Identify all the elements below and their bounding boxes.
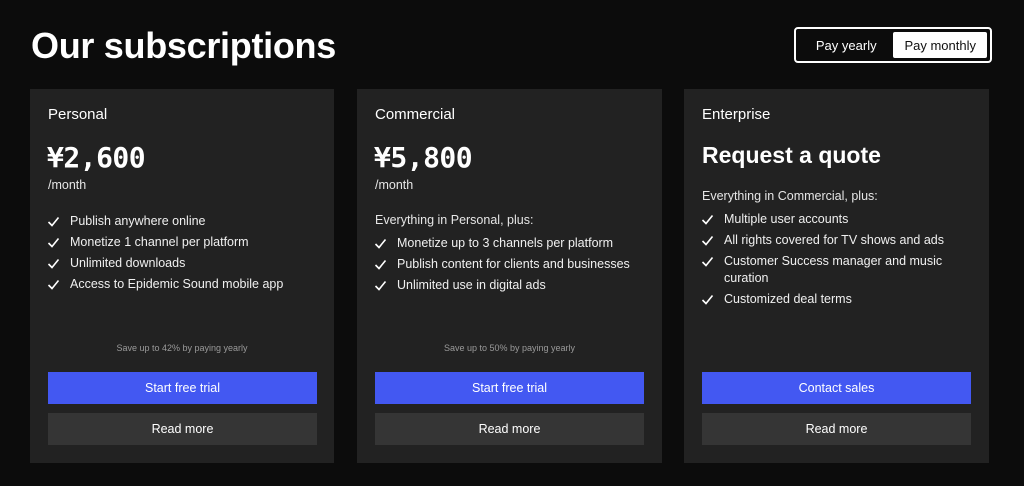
read-more-button[interactable]: Read more — [702, 413, 971, 445]
feature-text: Customized deal terms — [724, 292, 852, 306]
check-icon — [47, 237, 60, 248]
feature-item: Monetize up to 3 channels per platform — [374, 235, 649, 252]
feature-item: Unlimited use in digital ads — [374, 277, 649, 294]
feature-list: Multiple user accounts All rights covere… — [701, 211, 976, 312]
feature-item: Customer Success manager and music curat… — [701, 253, 976, 287]
plan-name: Personal — [48, 106, 108, 123]
save-note: Save up to 42% by paying yearly — [116, 343, 248, 353]
price-period: /month — [375, 178, 414, 192]
billing-period-toggle[interactable]: Pay yearly Pay monthly — [794, 27, 992, 63]
feature-item: All rights covered for TV shows and ads — [701, 232, 976, 249]
plan-card-commercial: Commercial ¥5,800 /month Everything in P… — [357, 89, 662, 463]
feature-text: Access to Epidemic Sound mobile app — [70, 277, 284, 291]
check-icon — [374, 259, 387, 270]
feature-item: Access to Epidemic Sound mobile app — [47, 276, 322, 293]
check-icon — [47, 258, 60, 269]
check-icon — [701, 214, 714, 225]
plan-name: Commercial — [375, 106, 456, 123]
plan-intro: Everything in Commercial, plus: — [702, 189, 878, 203]
contact-sales-button[interactable]: Contact sales — [702, 372, 971, 404]
plan-intro: Everything in Personal, plus: — [375, 213, 534, 227]
feature-item: Monetize 1 channel per platform — [47, 234, 322, 251]
pay-monthly-option[interactable]: Pay monthly — [893, 32, 987, 58]
feature-text: Monetize 1 channel per platform — [70, 235, 249, 249]
plan-price: ¥2,600 — [47, 141, 146, 174]
page-title: Our subscriptions — [31, 25, 336, 66]
pay-yearly-option[interactable]: Pay yearly — [799, 32, 893, 58]
check-icon — [47, 279, 60, 290]
check-icon — [701, 235, 714, 246]
check-icon — [374, 238, 387, 249]
feature-text: Multiple user accounts — [724, 212, 849, 226]
check-icon — [47, 216, 60, 227]
save-note: Save up to 50% by paying yearly — [443, 343, 576, 353]
feature-text: Customer Success manager and music curat… — [724, 254, 943, 285]
feature-item: Multiple user accounts — [701, 211, 976, 228]
feature-text: Publish anywhere online — [70, 214, 206, 228]
feature-item: Publish anywhere online — [47, 213, 322, 230]
feature-list: Publish anywhere online Monetize 1 chann… — [47, 213, 322, 297]
plan-price: ¥5,800 — [374, 141, 473, 174]
read-more-button[interactable]: Read more — [48, 413, 317, 445]
feature-text: All rights covered for TV shows and ads — [724, 233, 945, 247]
feature-item: Unlimited downloads — [47, 255, 322, 272]
start-free-trial-button[interactable]: Start free trial — [375, 372, 644, 404]
plan-name: Enterprise — [702, 106, 771, 123]
feature-text: Publish content for clients and business… — [397, 257, 630, 271]
feature-list: Monetize up to 3 channels per platform P… — [374, 235, 649, 298]
check-icon — [374, 280, 387, 291]
read-more-button[interactable]: Read more — [375, 413, 644, 445]
feature-item: Customized deal terms — [701, 291, 976, 308]
feature-text: Unlimited use in digital ads — [397, 278, 546, 292]
price-period: /month — [48, 178, 87, 192]
feature-text: Unlimited downloads — [70, 256, 186, 270]
start-free-trial-button[interactable]: Start free trial — [48, 372, 317, 404]
plan-card-personal: Personal ¥2,600 /month Publish anywhere … — [30, 89, 334, 463]
plan-price: Request a quote — [702, 142, 881, 168]
plan-card-enterprise: Enterprise Request a quote Everything in… — [684, 89, 989, 463]
check-icon — [701, 256, 714, 267]
subscriptions-page: Our subscriptions Pay yearly Pay monthly… — [0, 0, 1024, 486]
feature-text: Monetize up to 3 channels per platform — [397, 236, 614, 250]
check-icon — [701, 294, 714, 305]
feature-item: Publish content for clients and business… — [374, 256, 649, 273]
